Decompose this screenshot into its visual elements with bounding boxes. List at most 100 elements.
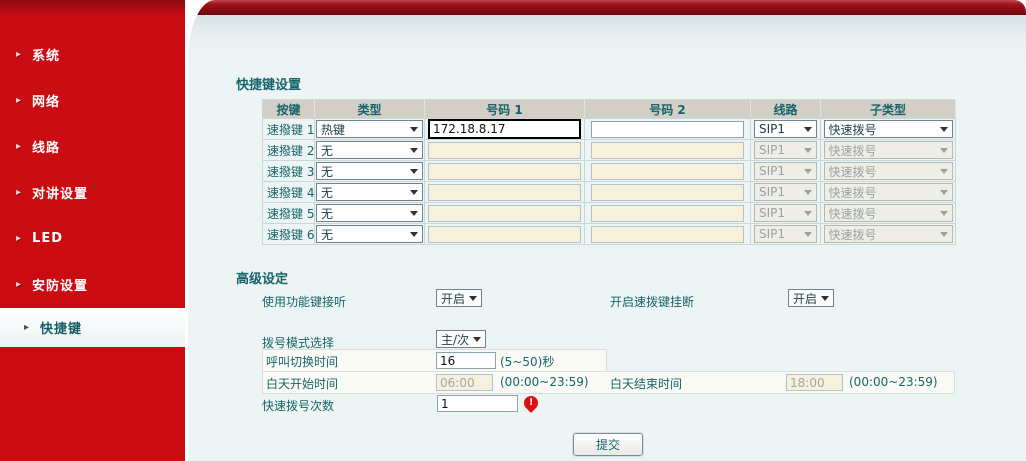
menu-arrow-icon: ▸	[16, 49, 22, 60]
submit-button[interactable]: 提交	[573, 433, 643, 456]
sidebar-item-intercom-settings[interactable]: ▸ 对讲设置	[0, 182, 185, 202]
chevron-down-icon	[804, 127, 812, 132]
menu-arrow-icon: ▸	[16, 95, 22, 106]
number2-input	[591, 184, 744, 201]
day-end-input	[786, 374, 843, 391]
sidebar-item-label: 对讲设置	[32, 183, 88, 202]
table-row: 速撥键 4 无 SIP1 快速拨号	[263, 182, 956, 203]
table-row: 速撥键 3 无 SIP1 快速拨号	[263, 161, 956, 182]
chevron-down-icon	[940, 169, 948, 174]
col-header-subtype: 子类型	[821, 100, 956, 119]
type-select[interactable]: 无	[316, 225, 423, 243]
type-select-value: 热键	[321, 121, 345, 138]
line-select-value: SIP1	[759, 164, 785, 178]
number2-input	[591, 163, 744, 180]
type-select-value: 无	[321, 184, 333, 201]
type-select[interactable]: 无	[316, 141, 423, 159]
sidebar-item-label: 安防设置	[32, 275, 88, 294]
dial-mode-select[interactable]: 主/次	[436, 330, 486, 348]
line-select-value: SIP1	[759, 143, 785, 157]
col-header-number1: 号码 1	[425, 100, 585, 119]
chevron-down-icon	[410, 148, 418, 153]
sidebar-item-network[interactable]: ▸ 网络	[0, 90, 185, 110]
col-header-type: 类型	[315, 100, 425, 119]
menu-arrow-icon: ▸	[16, 279, 22, 290]
day-end-label: 白天结束时间	[610, 375, 682, 392]
sidebar-item-label: 网络	[32, 91, 60, 110]
sidebar-item-system[interactable]: ▸ 系统	[0, 44, 185, 64]
chevron-down-icon	[469, 296, 477, 301]
type-select-value: 无	[321, 226, 333, 243]
day-end-hint: (00:00~23:59)	[849, 375, 938, 389]
chevron-down-icon	[821, 296, 829, 301]
number1-input	[428, 163, 581, 180]
subtype-select[interactable]: 快速拨号	[824, 120, 953, 138]
speed-dial-count-label: 快速拨号次数	[262, 397, 334, 414]
warning-icon: !	[521, 393, 541, 413]
page: ▸ 系统 ▸ 网络 ▸ 线路 ▸ 对讲设置 ▸ LED ▸ 安防设置 ▸ 快捷键	[0, 0, 1026, 461]
shortcut-keys-table: 按键 类型 号码 1 号码 2 线路 子类型 速撥键 1 热键	[262, 99, 956, 245]
table-header-row: 按键 类型 号码 1 号码 2 线路 子类型	[263, 100, 956, 119]
subtype-select: 快速拨号	[824, 141, 953, 159]
number1-input[interactable]	[428, 119, 581, 139]
key-label: 速撥键 5	[263, 203, 315, 224]
table-row: 速撥键 5 无 SIP1 快速拨号	[263, 203, 956, 224]
number1-input	[428, 142, 581, 159]
chevron-down-icon	[804, 211, 812, 216]
speed-hangup-select[interactable]: 开启	[788, 289, 834, 307]
sidebar-item-shortcut-keys[interactable]: ▸ 快捷键	[0, 308, 185, 347]
subtype-select-value: 快速拨号	[829, 205, 877, 222]
day-start-label: 白天开始时间	[266, 375, 338, 392]
sidebar-item-security-settings[interactable]: ▸ 安防设置	[0, 274, 185, 294]
table-row: 速撥键 1 热键 SIP1 快速拨号	[263, 119, 956, 140]
section-title-shortcut: 快捷键设置	[236, 74, 301, 93]
fn-key-answer-select[interactable]: 开启	[436, 289, 482, 307]
subtype-select-value: 快速拨号	[829, 142, 877, 159]
col-header-key: 按键	[263, 100, 315, 119]
line-select: SIP1	[754, 225, 817, 243]
chevron-down-icon	[410, 169, 418, 174]
call-switch-time-input[interactable]	[436, 352, 496, 369]
fn-key-answer-value: 开启	[441, 290, 465, 307]
line-select[interactable]: SIP1	[754, 120, 817, 138]
chevron-down-icon	[940, 232, 948, 237]
call-switch-time-label: 呼叫切换时间	[266, 353, 338, 370]
line-select-value: SIP1	[759, 227, 785, 241]
col-header-number2: 号码 2	[585, 100, 751, 119]
fn-key-answer-label: 使用功能键接听	[262, 293, 346, 310]
chevron-down-icon	[473, 337, 481, 342]
speed-dial-count-input[interactable]	[437, 395, 518, 412]
number2-input	[591, 226, 744, 243]
number2-input	[591, 205, 744, 222]
type-select[interactable]: 无	[316, 204, 423, 222]
chevron-down-icon	[940, 211, 948, 216]
type-select-value: 无	[321, 163, 333, 180]
type-select[interactable]: 无	[316, 162, 423, 180]
type-select[interactable]: 热键	[316, 120, 423, 138]
menu-arrow-icon: ▸	[16, 141, 22, 152]
shortcut-keys-table-wrap: 按键 类型 号码 1 号码 2 线路 子类型 速撥键 1 热键	[262, 99, 956, 245]
number1-input	[428, 226, 581, 243]
line-select: SIP1	[754, 183, 817, 201]
key-label: 速撥键 2	[263, 140, 315, 161]
chevron-down-icon	[804, 232, 812, 237]
number2-input[interactable]	[591, 121, 744, 138]
table-row: 速撥键 2 无 SIP1 快速拨号	[263, 140, 956, 161]
number2-input	[591, 142, 744, 159]
sidebar-item-label: 快捷键	[40, 318, 82, 337]
chevron-down-icon	[804, 169, 812, 174]
day-start-hint: (00:00~23:59)	[500, 375, 589, 389]
warning-icon-glyph: !	[529, 398, 534, 408]
sidebar-item-led[interactable]: ▸ LED	[0, 228, 185, 248]
call-switch-time-hint: (5~50)秒	[500, 353, 554, 370]
menu-arrow-icon: ▸	[24, 322, 30, 333]
sidebar-item-line[interactable]: ▸ 线路	[0, 136, 185, 156]
chevron-down-icon	[410, 211, 418, 216]
type-select-value: 无	[321, 205, 333, 222]
chevron-down-icon	[940, 127, 948, 132]
line-select: SIP1	[754, 162, 817, 180]
subtype-select-value: 快速拨号	[829, 121, 877, 138]
type-select[interactable]: 无	[316, 183, 423, 201]
chevron-down-icon	[410, 190, 418, 195]
line-select-value: SIP1	[759, 206, 785, 220]
